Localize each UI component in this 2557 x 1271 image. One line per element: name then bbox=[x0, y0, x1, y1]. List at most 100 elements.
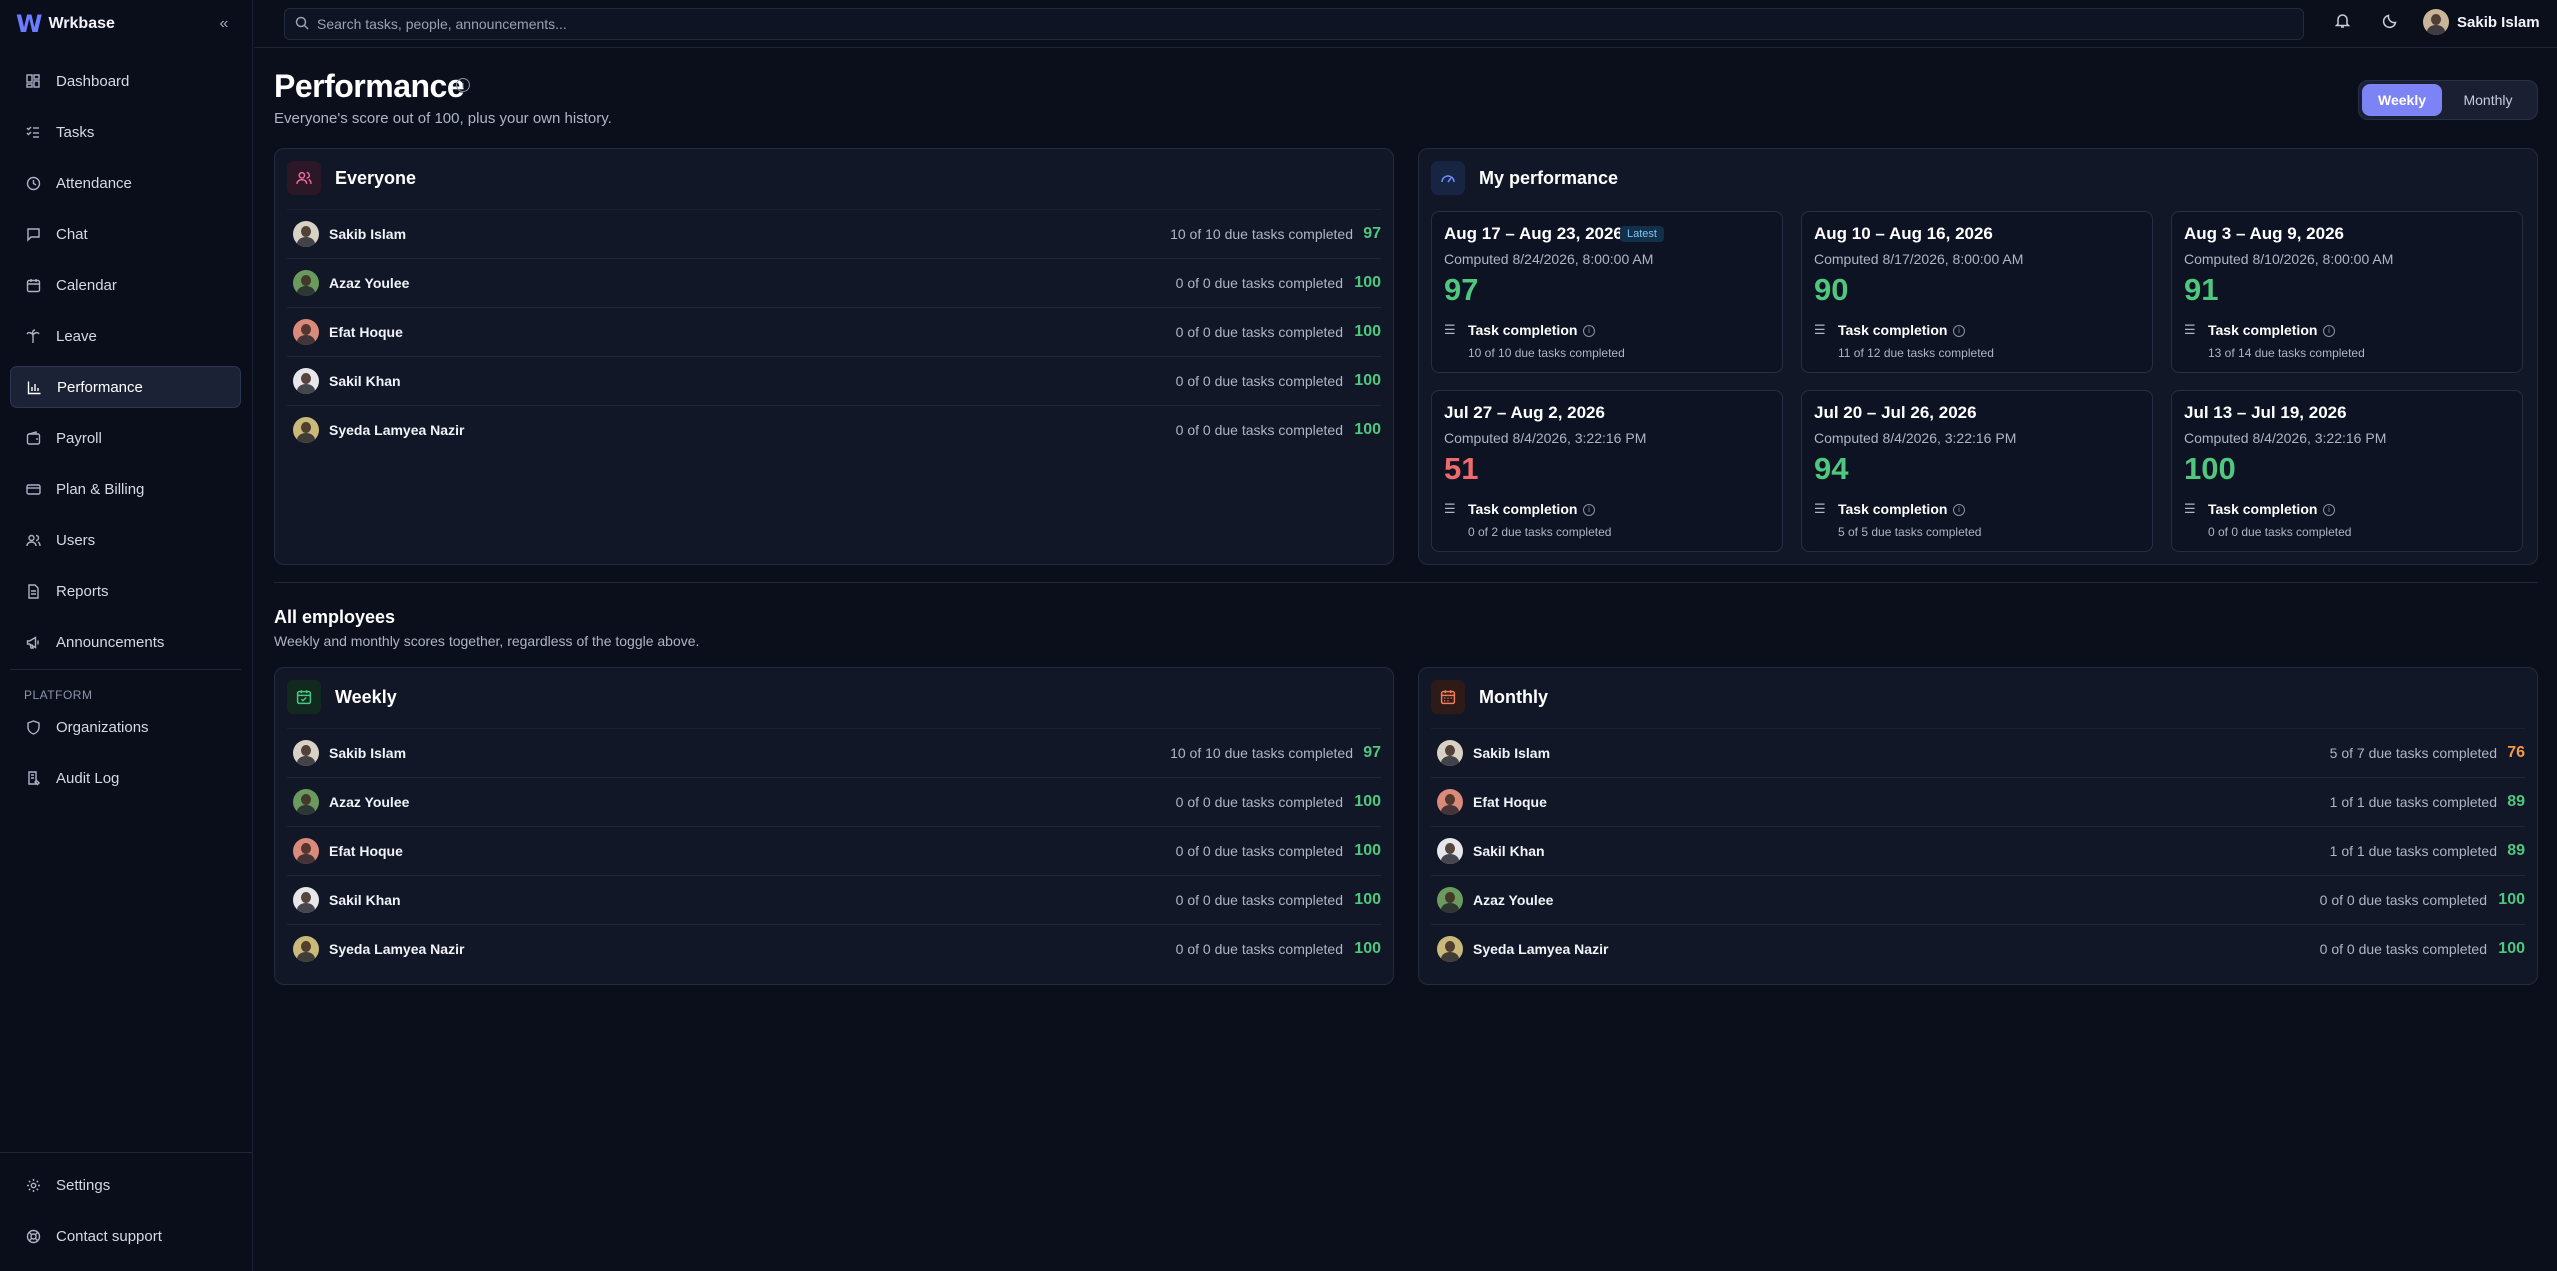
sidebar-item-settings[interactable]: Settings bbox=[10, 1164, 241, 1206]
list-item[interactable]: Sakib Islam 10 of 10 due tasks completed… bbox=[287, 728, 1381, 777]
sidebar-item-chat[interactable]: Chat bbox=[10, 213, 241, 255]
score: 100 bbox=[1354, 891, 1381, 908]
week-card[interactable]: Aug 17 – Aug 23, 2026 Latest Computed 8/… bbox=[1431, 211, 1783, 373]
page-title: Performance bbox=[274, 68, 465, 104]
sidebar-item-label: Audit Log bbox=[56, 769, 120, 787]
collapse-sidebar-icon[interactable]: « bbox=[214, 14, 234, 34]
metric-label: Task completion bbox=[1838, 501, 1948, 517]
sidebar-item-users[interactable]: Users bbox=[10, 519, 241, 561]
list-item[interactable]: Azaz Youlee 0 of 0 due tasks completed 1… bbox=[287, 777, 1381, 826]
week-range: Jul 13 – Jul 19, 2026 bbox=[2184, 403, 2347, 422]
list-item[interactable]: Efat Hoque 0 of 0 due tasks completed 10… bbox=[287, 826, 1381, 875]
task-detail: 0 of 0 due tasks completed bbox=[2319, 941, 2487, 957]
task-detail: 0 of 0 due tasks completed bbox=[1175, 794, 1343, 810]
sidebar-item-reports[interactable]: Reports bbox=[10, 570, 241, 612]
score: 100 bbox=[1354, 793, 1381, 810]
sidebar-item-label: Calendar bbox=[56, 276, 117, 294]
task-detail: 1 of 1 due tasks completed bbox=[2329, 794, 2497, 810]
search-bar[interactable] bbox=[284, 8, 2304, 40]
info-icon[interactable]: i bbox=[456, 78, 470, 92]
everyone-card: Everyone Sakib Islam 10 of 10 due tasks … bbox=[274, 148, 1394, 565]
avatar bbox=[293, 936, 319, 962]
info-icon[interactable]: i bbox=[2323, 325, 2335, 337]
list-item[interactable]: Syeda Lamyea Nazir 0 of 0 due tasks comp… bbox=[1431, 924, 2525, 973]
palm-tree-icon bbox=[24, 327, 42, 345]
sidebar-item-organizations[interactable]: Organizations bbox=[10, 706, 241, 748]
week-card[interactable]: Jul 27 – Aug 2, 2026 Computed 8/4/2026, … bbox=[1431, 390, 1783, 552]
list-item[interactable]: Azaz Youlee 0 of 0 due tasks completed 1… bbox=[1431, 875, 2525, 924]
everyone-list: Sakib Islam 10 of 10 due tasks completed… bbox=[287, 209, 1381, 454]
monthly-toggle-button[interactable]: Monthly bbox=[2442, 84, 2534, 116]
week-card[interactable]: Jul 20 – Jul 26, 2026 Computed 8/4/2026,… bbox=[1801, 390, 2153, 552]
sidebar-item-leave[interactable]: Leave bbox=[10, 315, 241, 357]
list-item[interactable]: Sakil Khan 0 of 0 due tasks completed 10… bbox=[287, 356, 1381, 405]
person-name: Sakil Khan bbox=[329, 373, 401, 389]
search-input[interactable] bbox=[317, 16, 2217, 32]
my-performance-card: My performance Aug 17 – Aug 23, 2026 Lat… bbox=[1418, 148, 2538, 565]
avatar bbox=[1437, 887, 1463, 913]
week-card[interactable]: Jul 13 – Jul 19, 2026 Computed 8/4/2026,… bbox=[2171, 390, 2523, 552]
list-item[interactable]: Azaz Youlee 0 of 0 due tasks completed 1… bbox=[287, 258, 1381, 307]
section-title: All employees bbox=[274, 607, 396, 627]
person-name: Efat Hoque bbox=[1473, 794, 1547, 810]
info-icon[interactable]: i bbox=[2323, 504, 2335, 516]
gauge-icon bbox=[1431, 161, 1465, 195]
sidebar-item-payroll[interactable]: Payroll bbox=[10, 417, 241, 459]
list-item[interactable]: Sakil Khan 1 of 1 due tasks completed 89 bbox=[1431, 826, 2525, 875]
list-item[interactable]: Sakib Islam 5 of 7 due tasks completed 7… bbox=[1431, 728, 2525, 777]
list-item[interactable]: Sakib Islam 10 of 10 due tasks completed… bbox=[287, 209, 1381, 258]
log-icon bbox=[24, 769, 42, 787]
sidebar: W Wrkbase « Dashboard Tasks Attendance C… bbox=[0, 0, 253, 1271]
metric-detail: 13 of 14 due tasks completed bbox=[2208, 346, 2365, 360]
latest-badge: Latest bbox=[1620, 226, 1664, 242]
info-icon[interactable]: i bbox=[1583, 325, 1595, 337]
computed-time: Computed 8/10/2026, 8:00:00 AM bbox=[2184, 251, 2394, 267]
bar-chart-icon bbox=[25, 378, 43, 396]
sidebar-item-label: Announcements bbox=[56, 633, 165, 651]
metric-detail: 10 of 10 due tasks completed bbox=[1468, 346, 1625, 360]
person-name: Syeda Lamyea Nazir bbox=[329, 941, 465, 957]
computed-time: Computed 8/4/2026, 3:22:16 PM bbox=[1814, 430, 2017, 446]
metric-detail: 0 of 0 due tasks completed bbox=[2208, 525, 2352, 539]
info-icon[interactable]: i bbox=[1583, 504, 1595, 516]
task-detail: 0 of 0 due tasks completed bbox=[1175, 275, 1343, 291]
sidebar-item-calendar[interactable]: Calendar bbox=[10, 264, 241, 306]
list-item[interactable]: Efat Hoque 0 of 0 due tasks completed 10… bbox=[287, 307, 1381, 356]
megaphone-icon bbox=[24, 633, 42, 651]
nav-divider bbox=[10, 669, 241, 670]
avatar bbox=[293, 417, 319, 443]
sidebar-item-plan-billing[interactable]: Plan & Billing bbox=[10, 468, 241, 510]
bell-icon[interactable] bbox=[2330, 12, 2354, 36]
weekly-toggle-button[interactable]: Weekly bbox=[2362, 84, 2442, 116]
person-name: Azaz Youlee bbox=[329, 794, 410, 810]
info-icon[interactable]: i bbox=[1953, 325, 1965, 337]
list-check-icon: ☰ bbox=[1444, 501, 1456, 516]
sidebar-item-performance[interactable]: Performance bbox=[10, 366, 241, 408]
brand[interactable]: W Wrkbase bbox=[16, 10, 115, 38]
moon-icon[interactable] bbox=[2378, 12, 2402, 36]
list-item[interactable]: Syeda Lamyea Nazir 0 of 0 due tasks comp… bbox=[287, 405, 1381, 454]
week-card[interactable]: Aug 3 – Aug 9, 2026 Computed 8/10/2026, … bbox=[2171, 211, 2523, 373]
sidebar-item-announcements[interactable]: Announcements bbox=[10, 621, 241, 663]
sidebar-item-dashboard[interactable]: Dashboard bbox=[10, 60, 241, 102]
list-item[interactable]: Efat Hoque 1 of 1 due tasks completed 89 bbox=[1431, 777, 2525, 826]
sidebar-item-attendance[interactable]: Attendance bbox=[10, 162, 241, 204]
week-score: 91 bbox=[2184, 272, 2219, 307]
sidebar-item-audit-log[interactable]: Audit Log bbox=[10, 757, 241, 799]
task-detail: 1 of 1 due tasks completed bbox=[2329, 843, 2497, 859]
avatar bbox=[1437, 838, 1463, 864]
sidebar-item-tasks[interactable]: Tasks bbox=[10, 111, 241, 153]
score: 89 bbox=[2507, 793, 2525, 810]
info-icon[interactable]: i bbox=[1953, 504, 1965, 516]
metric-label: Task completion bbox=[2208, 322, 2318, 338]
user-menu[interactable]: Sakib Islam bbox=[2423, 9, 2540, 35]
sidebar-item-contact-support[interactable]: Contact support bbox=[10, 1215, 241, 1257]
card-header: Everyone bbox=[287, 161, 416, 195]
list-item[interactable]: Sakil Khan 0 of 0 due tasks completed 10… bbox=[287, 875, 1381, 924]
list-item[interactable]: Syeda Lamyea Nazir 0 of 0 due tasks comp… bbox=[287, 924, 1381, 973]
week-card[interactable]: Aug 10 – Aug 16, 2026 Computed 8/17/2026… bbox=[1801, 211, 2153, 373]
computed-time: Computed 8/4/2026, 3:22:16 PM bbox=[2184, 430, 2387, 446]
avatar bbox=[293, 270, 319, 296]
period-toggle: Weekly Monthly bbox=[2358, 80, 2538, 120]
task-detail: 0 of 0 due tasks completed bbox=[1175, 892, 1343, 908]
